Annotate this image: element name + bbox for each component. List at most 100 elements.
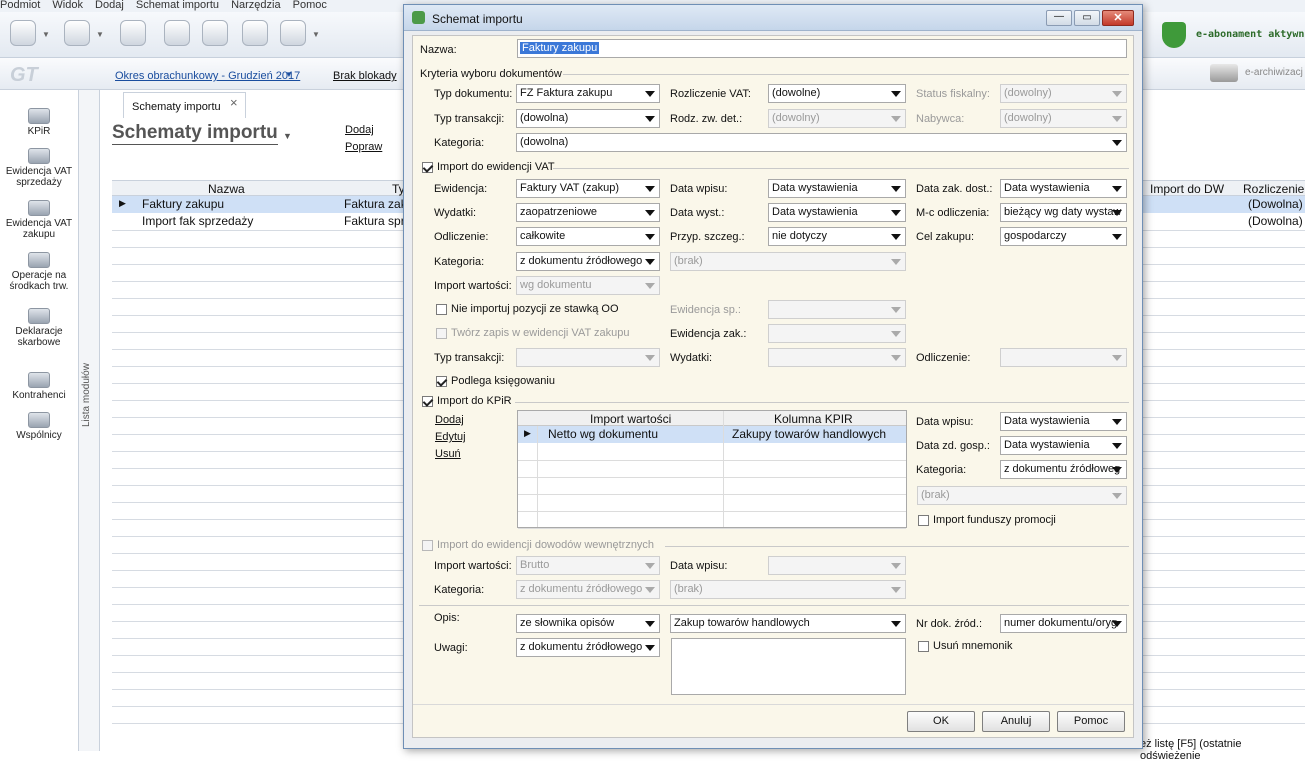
tools-icon[interactable] — [202, 20, 228, 46]
expenses-select[interactable]: zaopatrzeniowe — [516, 203, 660, 222]
grid-line — [518, 460, 906, 461]
notes-textarea[interactable] — [671, 638, 906, 695]
desc-source-select[interactable]: ze słownika opisów — [516, 614, 660, 633]
name-input[interactable]: Faktury zakupu — [517, 39, 1127, 58]
menu-widok[interactable]: Widok — [52, 0, 83, 11]
menu-pomoc[interactable]: Pomoc — [293, 0, 327, 11]
notes-select[interactable]: z dokumentu źródłowego — [516, 638, 660, 657]
cancel-button[interactable]: Anuluj — [982, 711, 1050, 732]
no-oo-checkbox[interactable] — [436, 304, 447, 315]
buy-date-select[interactable]: Data wystawienia — [1000, 179, 1127, 198]
vat-register-select[interactable]: Faktury VAT (zakup) — [516, 179, 660, 198]
trans-type-select[interactable]: (dowolna) — [516, 109, 660, 128]
chevron-down-icon[interactable]: ▼ — [312, 30, 320, 39]
trans-type2-select — [516, 348, 660, 367]
special-case-select[interactable]: nie dotyczy — [768, 227, 906, 246]
stamp-icon[interactable] — [120, 20, 146, 46]
kpir-category-select[interactable]: z dokumentu źródłoweg — [1000, 460, 1127, 479]
sidebar-item-label: Wspólnicy — [16, 430, 62, 441]
doc-number-select[interactable]: numer dokumentu/oryg — [1000, 614, 1127, 633]
deduct-month-select[interactable]: bieżący wg daty wystaw — [1000, 203, 1127, 222]
purpose-select[interactable]: gospodarczy — [1000, 227, 1127, 246]
close-icon[interactable]: × — [230, 95, 238, 110]
chevron-down-icon[interactable]: ▼ — [96, 30, 104, 39]
sidebar-item-contractors[interactable]: Kontrahenci — [0, 372, 78, 401]
kpir-grid: Import wartości Kolumna KPIR ▶ Netto wg … — [517, 410, 907, 529]
vat-settle-select[interactable]: (dowolne) — [768, 84, 906, 103]
col-nazwa[interactable]: Nazwa — [208, 182, 245, 196]
purchase-register-select — [768, 324, 906, 343]
col-import-dw[interactable]: Import do DW — [1150, 182, 1224, 196]
chevron-down-icon — [1112, 140, 1122, 146]
vat-section-label: Import do ewidencji VAT — [437, 161, 555, 173]
kpir-delete-link[interactable]: Usuń — [435, 448, 461, 460]
sidebar-item-tax-declarations[interactable]: Deklaracje skarbowe — [0, 308, 78, 348]
chevron-down-icon — [1112, 419, 1122, 425]
minimize-button[interactable]: — — [1046, 10, 1072, 26]
table-row[interactable]: ▶ Netto wg dokumentu Zakupy towarów hand… — [518, 426, 906, 443]
category-select[interactable]: (dowolna) — [516, 133, 1127, 152]
vat-settle-label: Rozliczenie VAT: — [670, 88, 751, 100]
doc-number-label: Nr dok. źród.: — [916, 618, 983, 630]
buyer-select: (dowolny) — [1000, 109, 1127, 128]
chevron-down-icon — [891, 116, 901, 122]
gt-logo: GT — [10, 64, 38, 86]
sidebar-item-vat-purchase[interactable]: Ewidencja VAT zakupu — [0, 200, 78, 240]
chevron-down-icon[interactable]: ▼ — [283, 131, 292, 141]
sidebar-item-fixed-assets[interactable]: Operacje na środkach trw. — [0, 252, 78, 292]
issue-date-select[interactable]: Data wystawienia — [768, 203, 906, 222]
chevron-down-icon — [645, 116, 655, 122]
help-icon[interactable] — [280, 20, 306, 46]
expenses-label: Wydatki: — [434, 207, 477, 219]
ok-button[interactable]: OK — [907, 711, 975, 732]
tab-schematy-importu[interactable]: Schematy importu × — [123, 92, 246, 118]
chevron-down-icon — [891, 355, 901, 361]
lock-status-link[interactable]: Brak blokady — [333, 70, 397, 82]
vat-category-select[interactable]: z dokumentu źródłowego — [516, 252, 660, 271]
expenses2-select — [768, 348, 906, 367]
menu-podmiot[interactable]: Podmiot — [0, 0, 40, 11]
sidebar-item-label: Ewidencja VAT — [5, 218, 73, 229]
desc-value-select[interactable]: Zakup towarów handlowych — [670, 614, 906, 633]
maximize-button[interactable]: ▭ — [1074, 10, 1100, 26]
kpir-event-date-select[interactable]: Data wystawienia — [1000, 436, 1127, 455]
chevron-down-icon — [891, 563, 901, 569]
posting-checkbox[interactable] — [436, 376, 447, 387]
kpir-add-link[interactable]: Dodaj — [435, 414, 464, 426]
col-rozliczenie[interactable]: Rozliczenie — [1243, 182, 1304, 196]
kpir-import-checkbox[interactable] — [422, 396, 433, 407]
receive-icon[interactable] — [64, 20, 90, 46]
trans-type-label: Typ transakcji: — [434, 113, 505, 125]
add-link[interactable]: Dodaj — [345, 124, 374, 136]
close-button[interactable]: ✕ — [1102, 10, 1134, 26]
kpir-col-value[interactable]: Import wartości — [590, 412, 671, 426]
entry-date-select[interactable]: Data wystawienia — [768, 179, 906, 198]
vat-import-checkbox[interactable] — [422, 162, 433, 173]
deduction-select[interactable]: całkowite — [516, 227, 660, 246]
send-icon[interactable] — [10, 20, 36, 46]
purpose-label: Cel zakupu: — [916, 231, 975, 243]
help-button[interactable]: Pomoc — [1057, 711, 1125, 732]
promo-checkbox[interactable] — [918, 515, 929, 526]
doc-type-select[interactable]: FZ Faktura zakupu — [516, 84, 660, 103]
module-list-strip[interactable]: Lista modułów — [78, 90, 100, 751]
tools2-icon[interactable] — [242, 20, 268, 46]
period-link[interactable]: Okres obrachunkowy - Grudzień 2017 — [115, 70, 300, 82]
chevron-down-icon[interactable]: ▼ — [42, 30, 50, 39]
menu-narzedzia[interactable]: Narzędzia — [231, 0, 281, 11]
kpir-edit-link[interactable]: Edytuj — [435, 431, 466, 443]
fixed-assets-icon — [28, 252, 50, 268]
sidebar-item-kpir[interactable]: KPiR — [0, 108, 78, 137]
menu-schemat-importu[interactable]: Schemat importu — [136, 0, 219, 11]
kpir-col-column[interactable]: Kolumna KPIR — [774, 412, 853, 426]
edit-link[interactable]: Popraw — [345, 141, 382, 153]
vat-purchase-icon — [28, 200, 50, 216]
eraser-icon[interactable] — [164, 20, 190, 46]
mnemonic-checkbox[interactable] — [918, 641, 929, 652]
menu-dodaj[interactable]: Dodaj — [95, 0, 124, 11]
sidebar-item-partners[interactable]: Wspólnicy — [0, 412, 78, 441]
kpir-entry-date-select[interactable]: Data wystawienia — [1000, 412, 1127, 431]
chevron-down-icon[interactable]: ▼ — [285, 70, 293, 79]
divider — [553, 168, 1129, 169]
sidebar-item-vat-sales[interactable]: Ewidencja VAT sprzedaży — [0, 148, 78, 188]
